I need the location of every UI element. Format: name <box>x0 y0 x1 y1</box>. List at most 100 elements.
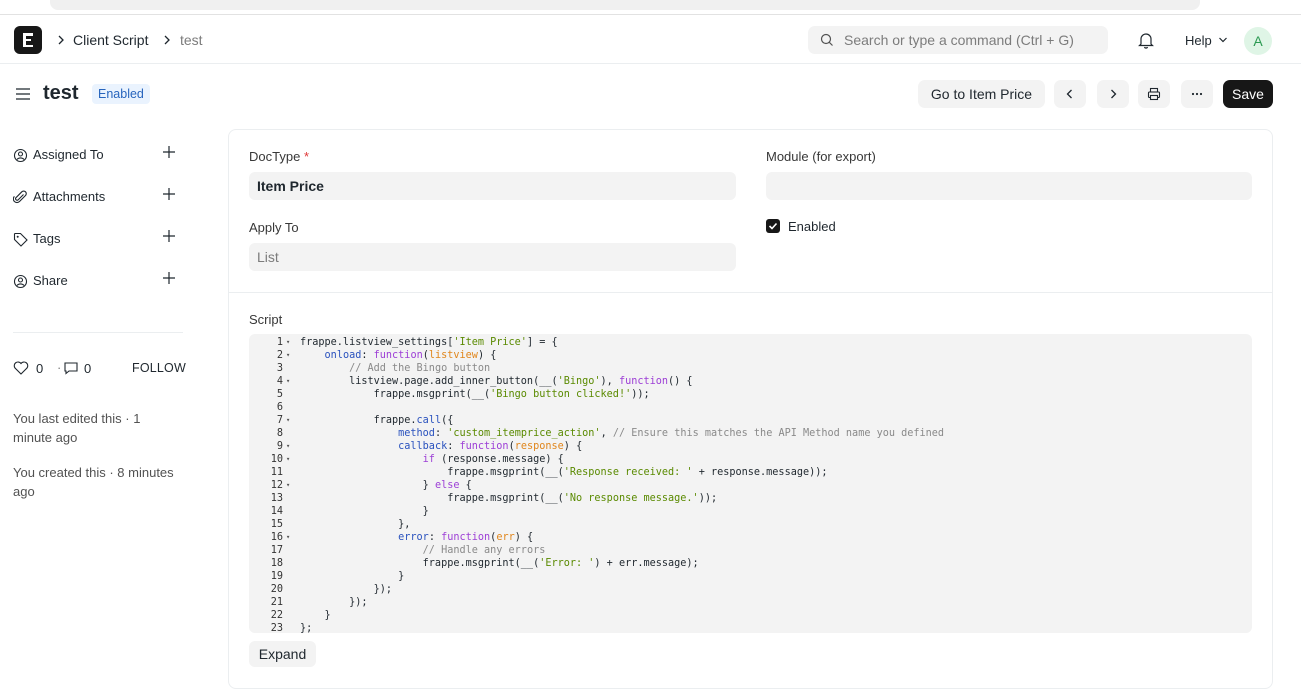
code-text: // Handle any errors <box>422 545 546 556</box>
add-icon[interactable] <box>162 229 176 243</box>
sidebar-item-label: Share <box>33 273 68 288</box>
doctype-field[interactable]: Item Price <box>249 172 736 200</box>
script-code-editor[interactable]: 1 ▾ frappe.listview_settings['Item Price']… <box>249 334 1252 633</box>
code-text: listview.page.add_inner_button(__('Bingo… <box>300 376 693 387</box>
separator-dot: · <box>57 360 62 375</box>
code-text: } <box>300 571 405 582</box>
code-line[interactable]: 9 ▾ callback: function(response) { <box>249 440 1252 453</box>
add-icon[interactable] <box>162 187 176 201</box>
next-doc-button[interactable] <box>1097 80 1129 108</box>
sidebar-item-tags[interactable]: Tags <box>13 229 183 249</box>
code-text: if (response.message) { <box>422 454 564 465</box>
browser-url-bar[interactable] <box>50 0 1200 10</box>
code-line[interactable]: 10 ▾ if (response.message) { <box>249 453 1252 466</box>
code-text: frappe.listview_settings['Item Price'] =… <box>300 337 558 348</box>
code-line[interactable]: 6 <box>249 401 1252 414</box>
sidebar-item-label: Attachments <box>33 189 106 204</box>
fold-toggle-icon[interactable]: ▾ <box>286 531 290 544</box>
code-text: }; <box>300 623 313 633</box>
code-line[interactable]: 19 } <box>249 570 1252 583</box>
comment-count: 0 <box>84 361 92 376</box>
assign-icon <box>13 148 28 163</box>
sidebar-item-label: Tags <box>33 231 61 246</box>
chevron-right-icon <box>1111 89 1117 99</box>
heart-icon[interactable] <box>13 361 29 375</box>
check-icon <box>768 222 778 230</box>
code-line[interactable]: 22 } <box>249 609 1252 622</box>
search-bar[interactable] <box>808 26 1108 54</box>
doctype-label: DocType * <box>249 149 309 164</box>
line-number: 5 <box>276 389 283 400</box>
previous-doc-button[interactable] <box>1054 80 1086 108</box>
fold-toggle-icon[interactable]: ▾ <box>286 453 290 466</box>
code-line[interactable]: 12 ▾ } else { <box>249 479 1252 492</box>
code-line[interactable]: 23}; <box>249 622 1252 633</box>
add-icon[interactable] <box>162 271 176 285</box>
comment-icon[interactable] <box>63 361 79 375</box>
code-line[interactable]: 21 }); <box>249 596 1252 609</box>
fold-toggle-icon[interactable]: ▾ <box>286 336 290 349</box>
code-text: frappe.msgprint(__('Response received: '… <box>300 467 828 478</box>
search-icon <box>820 33 833 46</box>
code-line[interactable]: 4 ▾ listview.page.add_inner_button(__('Bi… <box>249 375 1252 388</box>
page-title: test <box>43 82 79 104</box>
code-line[interactable]: 8 method: 'custom_itemprice_action', // … <box>249 427 1252 440</box>
go-to-item-price-button[interactable]: Go to Item Price <box>918 80 1045 108</box>
code-line[interactable]: 11 frappe.msgprint(__('Response received… <box>249 466 1252 479</box>
chevron-left-icon <box>1066 89 1072 99</box>
notification-bell-icon[interactable] <box>1138 31 1154 49</box>
search-input[interactable] <box>844 26 1102 54</box>
code-line[interactable]: 5 frappe.msgprint(__('Bingo button click… <box>249 388 1252 401</box>
print-button[interactable] <box>1138 80 1170 108</box>
breadcrumb-client-script[interactable]: Client Script <box>73 32 148 48</box>
apply-to-field[interactable]: List <box>249 243 736 271</box>
sidebar-toggle-icon[interactable] <box>15 86 31 102</box>
line-number: 22 <box>270 610 283 621</box>
code-line[interactable]: 2 ▾ onload: function(listview) { <box>249 349 1252 362</box>
created-info: You created this · 8 minutes ago <box>13 465 174 499</box>
expand-button[interactable]: Expand <box>249 641 316 667</box>
code-text: onload: function(listview) { <box>324 350 497 361</box>
follow-button[interactable]: FOLLOW <box>132 361 186 375</box>
more-horizontal-icon <box>1191 92 1203 96</box>
code-line[interactable]: 13 frappe.msgprint(__('No response messa… <box>249 492 1252 505</box>
user-avatar[interactable]: A <box>1244 27 1272 55</box>
sidebar-item-share[interactable]: Share <box>13 271 183 291</box>
fold-toggle-icon[interactable]: ▾ <box>286 375 290 388</box>
code-line[interactable]: 20 }); <box>249 583 1252 596</box>
app-logo[interactable] <box>14 26 42 54</box>
save-button[interactable]: Save <box>1223 80 1273 108</box>
sidebar-item-assigned-to[interactable]: Assigned To <box>13 145 183 165</box>
code-line[interactable]: 1 ▾ frappe.listview_settings['Item Price']… <box>249 336 1252 349</box>
code-text: } <box>300 506 429 517</box>
code-text: frappe.msgprint(__('No response message.… <box>300 493 718 504</box>
code-line[interactable]: 16 ▾ error: function(err) { <box>249 531 1252 544</box>
code-line[interactable]: 14 } <box>249 505 1252 518</box>
like-count: 0 <box>36 361 44 376</box>
line-number: 4 <box>276 376 283 387</box>
code-text: method: 'custom_itemprice_action', // En… <box>398 428 945 439</box>
code-line[interactable]: 3 // Add the Bingo button <box>249 362 1252 375</box>
sidebar-item-attachments[interactable]: Attachments <box>13 187 183 207</box>
line-number: 7 <box>276 415 283 426</box>
code-line[interactable]: 18 frappe.msgprint(__('Error: ') + err.m… <box>249 557 1252 570</box>
code-line[interactable]: 17 // Handle any errors <box>249 544 1252 557</box>
last-edited-info: You last edited this · 1 minute ago <box>13 411 141 445</box>
help-menu[interactable]: Help <box>1185 33 1212 48</box>
code-text: }); <box>300 597 368 608</box>
line-number: 17 <box>270 545 283 556</box>
fold-toggle-icon[interactable]: ▾ <box>286 349 290 362</box>
code-text: } <box>300 610 331 621</box>
enabled-checkbox[interactable] <box>766 219 780 233</box>
code-line[interactable]: 15 }, <box>249 518 1252 531</box>
breadcrumb-current[interactable]: test <box>180 32 203 48</box>
tag-icon <box>13 232 28 247</box>
fold-toggle-icon[interactable]: ▾ <box>286 440 290 453</box>
add-icon[interactable] <box>162 145 176 159</box>
fold-toggle-icon[interactable]: ▾ <box>286 479 290 492</box>
code-text: frappe.msgprint(__('Bingo button clicked… <box>300 389 650 400</box>
module-field[interactable] <box>766 172 1252 200</box>
code-line[interactable]: 7 ▾ frappe.call({ <box>249 414 1252 427</box>
more-actions-button[interactable] <box>1181 80 1213 108</box>
fold-toggle-icon[interactable]: ▾ <box>286 414 290 427</box>
